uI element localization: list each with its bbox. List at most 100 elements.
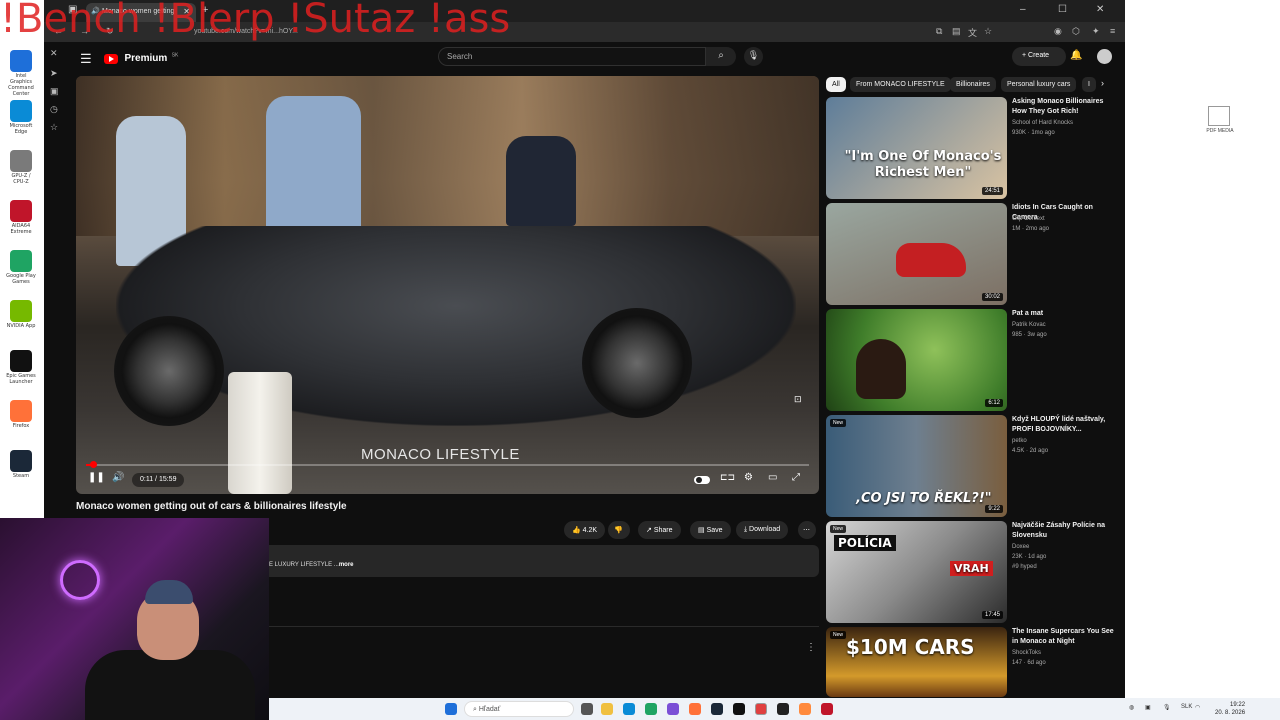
rec-channel[interactable]: Patrik Kovac — [1012, 322, 1046, 328]
wifi-icon[interactable]: ◠ — [1195, 704, 1200, 711]
search-button[interactable]: ⌕ — [706, 47, 736, 66]
active-app-icon[interactable] — [755, 703, 767, 715]
subtitles-icon[interactable]: ⊏⊐ — [720, 472, 735, 483]
obs-icon[interactable] — [777, 703, 789, 715]
sidebar-favorites-icon[interactable]: ☆ — [50, 122, 58, 133]
download-button[interactable]: ⤓ Download — [736, 521, 789, 539]
minimize-button[interactable]: – — [1020, 4, 1026, 15]
sidebar-close-icon[interactable]: ✕ — [50, 48, 58, 59]
video-thumbnail[interactable]: New ,CO JSI TO ŘEKL?!" 9:22 — [826, 415, 1007, 517]
desktop-icon[interactable]: Epic Games Launcher — [6, 350, 36, 385]
video-player[interactable]: MONACO LIFESTYLE ⊡ ❚❚ 🔊 0:11 / 15:59 ⊏⊐ … — [76, 76, 819, 494]
list-item[interactable]: 30:02 Idiots In Cars Caught on Camera Cl… — [826, 203, 1116, 305]
chip-all[interactable]: All — [826, 77, 846, 92]
profile-icon[interactable]: ◉ — [1054, 26, 1062, 37]
theater-mode-icon[interactable]: ▭ — [768, 472, 777, 483]
video-thumbnail[interactable]: 6:12 — [826, 309, 1007, 411]
rec-channel[interactable]: Doxee — [1012, 544, 1029, 550]
chip-next[interactable]: I — [1082, 77, 1096, 92]
rec-title[interactable]: Najväčšie Zásahy Polície na Slovensku — [1012, 521, 1116, 541]
video-thumbnail[interactable]: "I'm One Of Monaco's Richest Men" 24:51 — [826, 97, 1007, 199]
desktop-icon[interactable]: AIDA64 Extreme — [6, 200, 36, 235]
sidebar-collections-icon[interactable]: ▣ — [50, 86, 59, 97]
list-item[interactable]: "I'm One Of Monaco's Richest Men" 24:51 … — [826, 97, 1116, 199]
task-view-icon[interactable] — [581, 703, 593, 715]
sidebar-history-icon[interactable]: ◷ — [50, 104, 58, 115]
tray-icon[interactable]: ▣ — [1145, 704, 1151, 711]
start-icon[interactable] — [445, 703, 457, 715]
chip-billionaires[interactable]: Billionaires — [950, 77, 996, 92]
rec-channel[interactable]: School of Hard Knocks — [1012, 120, 1073, 126]
list-item[interactable]: New POLÍCIA VRAH 17:45 Najväčšie Zásahy … — [826, 521, 1116, 623]
more-actions-button[interactable]: ⋯ — [798, 521, 816, 539]
browser-menu-icon[interactable]: ≡ — [1110, 26, 1115, 36]
autoplay-toggle[interactable] — [694, 476, 710, 484]
taskbar-search-input[interactable]: ⌕ Hľadať — [464, 701, 574, 717]
youtube-logo[interactable]: Premium SK — [104, 50, 178, 68]
dislike-button[interactable]: 👎 — [608, 521, 630, 539]
firefox-second-icon[interactable] — [799, 703, 811, 715]
language-indicator[interactable]: SLK — [1181, 704, 1192, 710]
rec-title[interactable]: Pat a mat — [1012, 309, 1116, 319]
steam-icon[interactable] — [711, 703, 723, 715]
share-button[interactable]: ↗ Share — [638, 521, 681, 539]
video-progress-bar[interactable] — [86, 461, 809, 468]
chips-next-icon[interactable]: › — [1101, 78, 1104, 88]
desktop-icon[interactable]: Firefox — [6, 400, 36, 429]
reader-icon[interactable]: ▤ — [952, 26, 961, 37]
rec-channel[interactable]: Clip Context — [1012, 216, 1045, 222]
install-icon[interactable]: ⧉ — [936, 26, 942, 37]
clock[interactable]: 19:22 20. 8. 2026 — [1215, 701, 1245, 717]
file-explorer-icon[interactable] — [601, 703, 613, 715]
volume-icon[interactable]: 🔊 — [112, 472, 124, 483]
settings-gear-icon[interactable]: ⚙ — [744, 472, 753, 483]
video-thumbnail[interactable]: New $10M CARS — [826, 627, 1007, 697]
more-link[interactable]: more — [339, 562, 354, 568]
create-button[interactable]: + Create — [1012, 47, 1066, 66]
desktop-icon[interactable]: GPU-Z / CPU-Z — [6, 150, 36, 185]
close-window-button[interactable]: ✕ — [1096, 4, 1104, 15]
network-icon[interactable]: ◍ — [1129, 704, 1134, 711]
terminal-icon[interactable] — [733, 703, 745, 715]
progress-scrubber[interactable] — [90, 461, 97, 468]
chip-from-channel[interactable]: From MONACO LIFESTYLE — [850, 77, 951, 92]
sidebar-send-icon[interactable]: ➤ — [50, 68, 58, 79]
rec-title[interactable]: Asking Monaco Billionaires How They Got … — [1012, 97, 1116, 117]
edge-icon[interactable] — [623, 703, 635, 715]
extensions-icon[interactable]: ⬡ — [1072, 26, 1080, 37]
desktop-icon[interactable]: Microsoft Edge — [6, 100, 36, 135]
pdf-file-icon[interactable] — [1208, 106, 1230, 126]
list-item[interactable]: New ,CO JSI TO ŘEKL?!" 9:22 Když HLOUPÝ … — [826, 415, 1116, 517]
guide-menu-icon[interactable]: ☰ — [80, 51, 92, 67]
translate-icon[interactable]: 文 — [968, 26, 977, 39]
firefox-icon[interactable] — [689, 703, 701, 715]
rec-title[interactable]: Když HLOUPÝ lidé naštvaly, PROFI BOJOVNÍ… — [1012, 415, 1116, 435]
rec-channel[interactable]: petko — [1012, 438, 1027, 444]
copilot-icon[interactable]: ✦ — [1092, 26, 1100, 37]
desktop-icon[interactable]: NVIDIA App — [6, 300, 36, 329]
desktop-icon[interactable]: Google Play Games — [6, 250, 36, 285]
messenger-icon[interactable] — [667, 703, 679, 715]
brave-icon[interactable] — [821, 703, 833, 715]
comment-menu-icon[interactable]: ⋮ — [806, 642, 816, 653]
voice-search-button[interactable]: 🎙 — [744, 47, 763, 66]
chrome-icon[interactable] — [645, 703, 657, 715]
save-button[interactable]: ▤ Save — [690, 521, 731, 539]
rec-title[interactable]: The Insane Supercars You See in Monaco a… — [1012, 627, 1116, 647]
desktop-icon[interactable]: Steam — [6, 450, 36, 479]
notifications-bell-icon[interactable]: 🔔 — [1070, 50, 1082, 61]
rec-channel[interactable]: ShockToks — [1012, 650, 1041, 656]
list-item[interactable]: New $10M CARS The Insane Supercars You S… — [826, 627, 1116, 697]
pause-button[interactable]: ❚❚ — [88, 472, 105, 483]
desktop-icon[interactable]: Intel Graphics Command Center — [6, 50, 36, 97]
video-thumbnail[interactable]: 30:02 — [826, 203, 1007, 305]
list-item[interactable]: 6:12 Pat a mat Patrik Kovac 985 · 3w ago — [826, 309, 1116, 411]
mic-tray-icon[interactable]: 🎙 — [1163, 704, 1171, 711]
video-thumbnail[interactable]: New POLÍCIA VRAH 17:45 — [826, 521, 1007, 623]
search-input[interactable]: Search — [438, 47, 706, 66]
favorite-star-icon[interactable]: ☆ — [984, 26, 992, 37]
avatar[interactable] — [1097, 49, 1112, 64]
fullscreen-icon[interactable]: ⤢ — [792, 472, 800, 483]
chip-luxury-cars[interactable]: Personal luxury cars — [1001, 77, 1077, 92]
like-button[interactable]: 👍 4.2K — [564, 521, 606, 539]
